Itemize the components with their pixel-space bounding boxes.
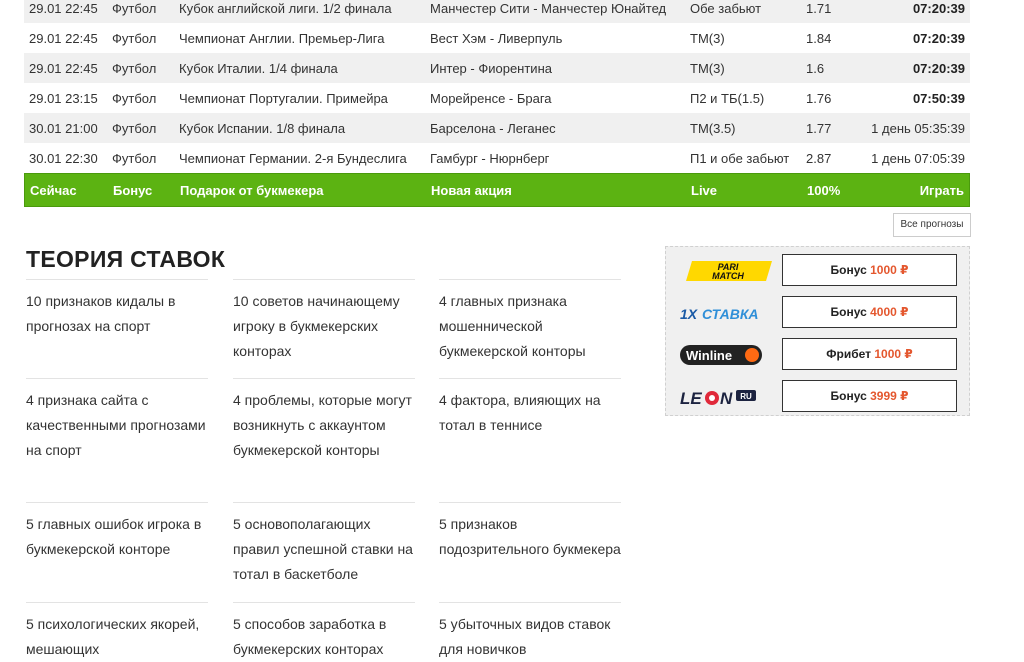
svg-text:LE: LE [680,389,702,408]
match-date: 29.01 22:45 [29,0,98,16]
bonus-button[interactable]: Фрибет 1000 ₽ [782,338,957,370]
match-sport: Футбол [112,90,157,106]
article-link[interactable]: 4 признака сайта с качественными прогноз… [26,378,208,463]
table-row[interactable]: 30.01 21:00 Футбол Кубок Испании. 1/8 фи… [24,113,970,143]
1xstavka-logo[interactable]: 1X СТАВКА [678,300,774,326]
match-sport: Футбол [112,150,157,166]
leon-logo[interactable]: LE N RU [678,384,774,410]
table-row[interactable]: 29.01 22:45 Футбол Кубок Италии. 1/4 фин… [24,53,970,83]
svg-text:СТАВКА: СТАВКА [702,306,759,322]
article-link[interactable]: 10 признаков кидалы в прогнозах на спорт [26,279,208,339]
match-teams: Барселона - Леганес [430,120,556,136]
article-link[interactable]: 5 главных ошибок игрока в букмекерской к… [26,502,208,562]
match-tournament: Кубок английской лиги. 1/2 финала [179,0,392,16]
match-countdown: 07:20:39 [912,60,965,76]
parimatch-logo[interactable]: PARI MATCH [678,258,774,284]
article-link[interactable]: 5 способов заработка в букмекерских конт… [233,602,415,662]
bonus-button[interactable]: Бонус 1000 ₽ [782,254,957,286]
article-link[interactable]: 4 проблемы, которые могут возникнуть с а… [233,378,415,463]
promo-odds: 100% [807,182,841,198]
bookmakers-panel: PARI MATCH Бонус 1000 ₽ 1X СТАВКА Бонус … [665,246,970,416]
match-bet: Обе забьют [690,0,762,16]
match-tournament: Кубок Испании. 1/8 финала [179,120,346,136]
match-teams: Интер - Фиорентина [430,60,552,76]
promo-bet: Live [691,182,718,198]
bookmaker-row: PARI MATCH Бонус 1000 ₽ [666,254,971,288]
svg-text:1X: 1X [680,306,699,322]
match-bet: ТМ(3) [690,60,725,76]
svg-text:MATCH: MATCH [712,271,744,281]
match-odds: 1.6 [806,60,825,76]
bonus-button[interactable]: Бонус 4000 ₽ [782,296,957,328]
match-tournament: Кубок Италии. 1/4 финала [179,60,338,76]
section-title: ТЕОРИЯ СТАВОК [26,246,226,272]
match-countdown: 1 день 05:35:39 [871,120,965,136]
match-bet: П1 и обе забьют [690,150,790,166]
match-odds: 1.84 [806,30,832,46]
bonus-button[interactable]: Бонус 3999 ₽ [782,380,957,412]
match-teams: Морейренсе - Брага [430,90,552,106]
svg-text:N: N [720,389,733,408]
match-date: 29.01 22:45 [29,60,98,76]
promo-match: Новая акция [431,182,512,198]
match-countdown: 1 день 07:05:39 [871,150,965,166]
all-predictions-button[interactable]: Все прогнозы [893,213,971,237]
match-teams: Вест Хэм - Ливерпуль [430,30,563,46]
promo-row[interactable]: Сейчас Бонус Подарок от букмекера Новая … [24,173,970,207]
winline-logo[interactable]: Winline [678,342,774,368]
match-countdown: 07:20:39 [912,30,965,46]
table-row[interactable]: 29.01 22:45 Футбол Чемпионат Англии. Пре… [24,23,970,53]
bookmaker-row: LE N RU Бонус 3999 ₽ [666,380,971,414]
table-row[interactable]: 30.01 22:30 Футбол Чемпионат Германии. 2… [24,143,970,173]
svg-text:Winline: Winline [686,348,732,363]
article-link[interactable]: 5 основополагающих правил успешной ставк… [233,502,415,587]
match-date: 30.01 22:30 [29,150,98,166]
promo-tournament: Подарок от букмекера [180,182,324,198]
match-bet: ТМ(3.5) [690,120,736,136]
article-link[interactable]: 4 фактора, влияющих на тотал в теннисе [439,378,621,438]
match-sport: Футбол [112,30,157,46]
match-tournament: Чемпионат Англии. Премьер-Лига [179,30,385,46]
article-link[interactable]: 4 главных признака мошеннической букмеке… [439,279,621,364]
match-countdown: 07:20:39 [912,0,965,16]
bookmaker-row: 1X СТАВКА Бонус 4000 ₽ [666,296,971,330]
article-link[interactable]: 5 признаков подозрительного букмекера [439,502,621,562]
article-link[interactable]: 10 советов начинающему игроку в букмекер… [233,279,415,364]
promo-date: Сейчас [30,182,77,198]
match-tournament: Чемпионат Германии. 2-я Бундеслига [179,150,407,166]
match-bet: П2 и ТБ(1.5) [690,90,765,106]
promo-sport: Бонус [113,182,153,198]
match-teams: Манчестер Сити - Манчестер Юнайтед [430,0,667,16]
match-odds: 1.77 [806,120,832,136]
match-sport: Футбол [112,0,157,16]
match-sport: Футбол [112,120,157,136]
match-odds: 1.71 [806,0,832,16]
table-row[interactable]: 29.01 23:15 Футбол Чемпионат Португалии.… [24,83,970,113]
article-link[interactable]: 5 убыточных видов ставок для новичков [439,602,621,662]
match-odds: 2.87 [806,150,832,166]
match-sport: Футбол [112,60,157,76]
match-date: 29.01 22:45 [29,30,98,46]
match-bet: ТМ(3) [690,30,725,46]
bookmaker-row: Winline Фрибет 1000 ₽ [666,338,971,372]
match-date: 30.01 21:00 [29,120,98,136]
table-row[interactable]: 29.01 22:45 Футбол Кубок английской лиги… [24,0,970,23]
svg-text:RU: RU [740,392,752,401]
article-link[interactable]: 5 психологических якорей, мешающих [26,602,208,662]
match-countdown: 07:50:39 [912,90,965,106]
play-link[interactable]: Играть [867,183,969,198]
match-date: 29.01 23:15 [29,90,98,106]
match-tournament: Чемпионат Португалии. Примейра [179,90,388,106]
predictions-table: 29.01 22:45 Футбол Кубок английской лиги… [24,0,970,207]
match-odds: 1.76 [806,90,832,106]
match-teams: Гамбург - Нюрнберг [430,150,550,166]
